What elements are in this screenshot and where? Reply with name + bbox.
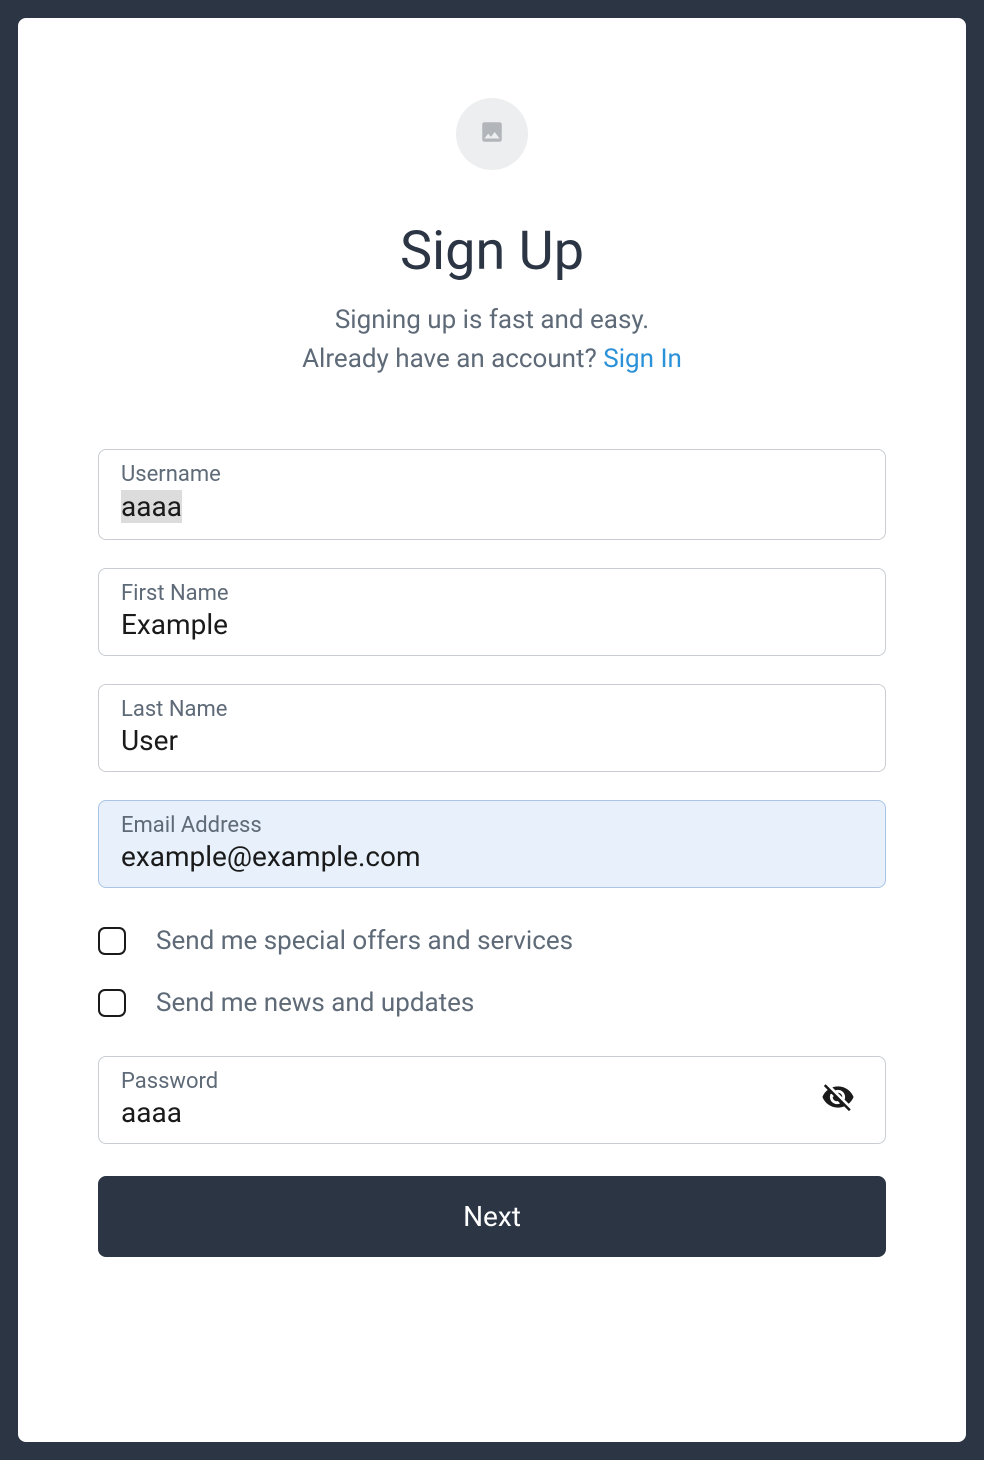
password-label: Password [121,1069,813,1094]
password-field[interactable]: Password [98,1056,886,1144]
email-label: Email Address [121,813,863,838]
image-placeholder-icon [479,119,505,149]
username-label: Username [121,462,863,487]
eye-off-icon [821,1099,855,1118]
last-name-input[interactable] [121,724,863,757]
first-name-input[interactable] [121,608,863,641]
news-checkbox-label[interactable]: Send me news and updates [156,988,474,1018]
logo-placeholder [456,98,528,170]
password-input[interactable] [121,1096,813,1129]
first-name-field[interactable]: First Name [98,568,886,656]
offers-checkbox-label[interactable]: Send me special offers and services [156,926,573,956]
already-account-text: Already have an account? [302,344,603,374]
username-field[interactable]: Username aaaa [98,449,886,540]
subtitle-line1: Signing up is fast and easy. [335,301,649,340]
last-name-field[interactable]: Last Name [98,684,886,772]
offers-checkbox-row: Send me special offers and services [98,922,886,960]
last-name-label: Last Name [121,697,863,722]
news-checkbox-row: Send me news and updates [98,984,886,1022]
email-input[interactable] [121,840,863,873]
username-input[interactable]: aaaa [121,490,182,523]
email-field[interactable]: Email Address [98,800,886,888]
checkbox-group: Send me special offers and services Send… [98,922,886,1022]
signup-card: Sign Up Signing up is fast and easy. Alr… [18,18,966,1442]
signup-form: Username aaaa First Name Last Name Email… [98,449,886,1257]
signin-link[interactable]: Sign In [603,344,682,374]
offers-checkbox[interactable] [98,927,126,955]
first-name-label: First Name [121,581,863,606]
news-checkbox[interactable] [98,989,126,1017]
next-button[interactable]: Next [98,1176,886,1257]
subtitle-line2: Already have an account? Sign In [302,340,682,379]
toggle-password-visibility[interactable] [813,1072,863,1126]
page-title: Sign Up [400,220,584,283]
